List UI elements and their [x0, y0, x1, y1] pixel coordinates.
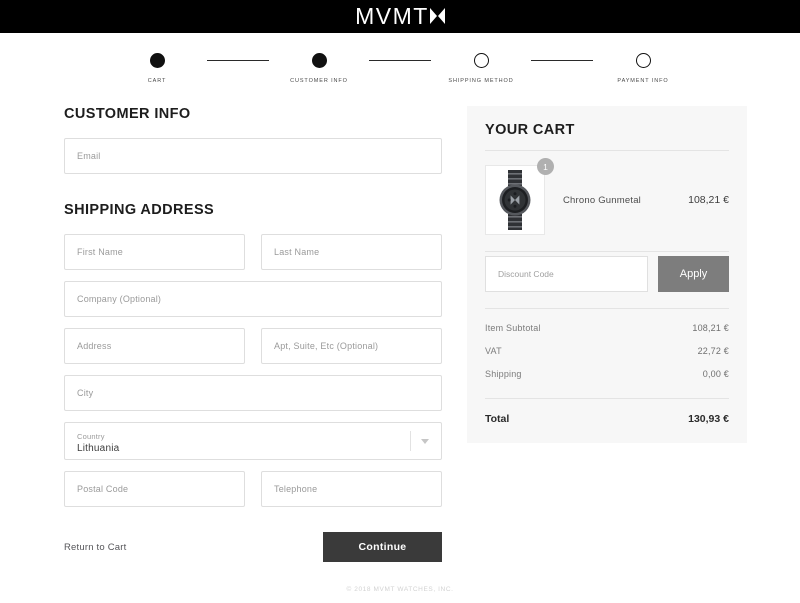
first-name-placeholder: First Name [77, 247, 123, 257]
product-price: 108,21 € [688, 194, 729, 206]
shipping-value: 0,00 € [703, 369, 729, 379]
email-placeholder: Email [77, 151, 101, 161]
apt-field[interactable]: Apt, Suite, Etc (Optional) [261, 328, 442, 364]
grand-total-label: Total [485, 413, 509, 425]
city-placeholder: City [77, 388, 93, 398]
product-name: Chrono Gunmetal [545, 195, 688, 206]
step-dot-shipping-method [474, 53, 489, 68]
step-dot-customer-info [312, 53, 327, 68]
bowtie-mark-icon [430, 8, 445, 25]
chevron-down-icon[interactable] [421, 439, 429, 444]
select-divider [410, 431, 411, 451]
cart-summary: YOUR CART [467, 106, 747, 443]
postal-code-placeholder: Postal Code [77, 484, 128, 494]
customer-info-heading: CUSTOMER INFO [64, 106, 442, 122]
discount-code-placeholder: Discount Code [498, 269, 554, 279]
product-thumbnail[interactable] [485, 165, 545, 235]
telephone-placeholder: Telephone [274, 484, 317, 494]
last-name-field[interactable]: Last Name [261, 234, 442, 270]
step-payment-info[interactable]: PAYMENT INFO [593, 53, 693, 84]
continue-button[interactable]: Continue [323, 532, 442, 562]
cart-panel: YOUR CART [467, 106, 747, 443]
step-customer-info[interactable]: CUSTOMER INFO [269, 53, 369, 84]
shipping-address-heading: SHIPPING ADDRESS [64, 202, 442, 218]
site-header: MVMT [0, 0, 800, 33]
company-placeholder: Company (Optional) [77, 294, 161, 304]
vat-value: 22,72 € [698, 346, 729, 356]
step-label-payment-info: PAYMENT INFO [617, 78, 668, 84]
address-field[interactable]: Address [64, 328, 245, 364]
address-row: Address Apt, Suite, Etc (Optional) [64, 328, 442, 364]
apply-discount-button[interactable]: Apply [658, 256, 729, 292]
brand-logo[interactable]: MVMT [355, 5, 445, 28]
product-thumbnail-wrap: 1 [485, 165, 545, 235]
apt-placeholder: Apt, Suite, Etc (Optional) [274, 341, 378, 351]
vat-label: VAT [485, 346, 502, 356]
first-name-field[interactable]: First Name [64, 234, 245, 270]
country-label: Country [77, 433, 105, 441]
country-value: Lithuania [77, 443, 119, 454]
grand-total-row: Total 130,93 € [485, 399, 729, 425]
city-field[interactable]: City [64, 375, 442, 411]
postal-phone-row: Postal Code Telephone [64, 471, 442, 507]
step-connector-3 [531, 60, 593, 61]
cart-line-item: 1 Chrono Gunmetal 108,21 € [485, 151, 729, 251]
checkout-form: CUSTOMER INFO Email SHIPPING ADDRESS Fir… [64, 106, 442, 562]
checkout-content: CUSTOMER INFO Email SHIPPING ADDRESS Fir… [0, 106, 800, 562]
address-placeholder: Address [77, 341, 111, 351]
step-label-shipping-method: SHIPPING METHOD [448, 78, 513, 84]
cart-heading: YOUR CART [485, 122, 729, 138]
discount-row: Discount Code Apply [485, 252, 729, 308]
subtotal-value: 108,21 € [692, 323, 729, 333]
postal-code-field[interactable]: Postal Code [64, 471, 245, 507]
step-connector-1 [207, 60, 269, 61]
shipping-label: Shipping [485, 369, 522, 379]
checkout-progress-stepper: CART CUSTOMER INFO SHIPPING METHOD PAYME… [0, 53, 800, 84]
email-field[interactable]: Email [64, 138, 442, 174]
totals-list: Item Subtotal 108,21 € VAT 22,72 € Shipp… [485, 309, 729, 398]
step-dot-payment-info [636, 53, 651, 68]
form-actions: Return to Cart Continue [64, 532, 442, 562]
watch-chrono-gunmetal-icon [492, 169, 538, 231]
total-row-subtotal: Item Subtotal 108,21 € [485, 323, 729, 333]
company-field[interactable]: Company (Optional) [64, 281, 442, 317]
step-label-customer-info: CUSTOMER INFO [290, 78, 348, 84]
last-name-placeholder: Last Name [274, 247, 319, 257]
step-cart[interactable]: CART [107, 53, 207, 84]
subtotal-label: Item Subtotal [485, 323, 541, 333]
telephone-field[interactable]: Telephone [261, 471, 442, 507]
brand-logo-text: MVMT [355, 5, 429, 28]
step-label-cart: CART [148, 78, 166, 84]
step-shipping-method[interactable]: SHIPPING METHOD [431, 53, 531, 84]
step-connector-2 [369, 60, 431, 61]
total-row-shipping: Shipping 0,00 € [485, 369, 729, 379]
return-to-cart-link[interactable]: Return to Cart [64, 542, 126, 553]
name-row: First Name Last Name [64, 234, 442, 270]
grand-total-value: 130,93 € [688, 413, 729, 425]
quantity-badge: 1 [537, 158, 554, 175]
country-select[interactable]: Country Lithuania [64, 422, 442, 460]
page-footer: © 2018 MVMT WATCHES, INC. [0, 586, 800, 593]
discount-code-input[interactable]: Discount Code [485, 256, 648, 292]
total-row-vat: VAT 22,72 € [485, 346, 729, 356]
step-dot-cart [150, 53, 165, 68]
